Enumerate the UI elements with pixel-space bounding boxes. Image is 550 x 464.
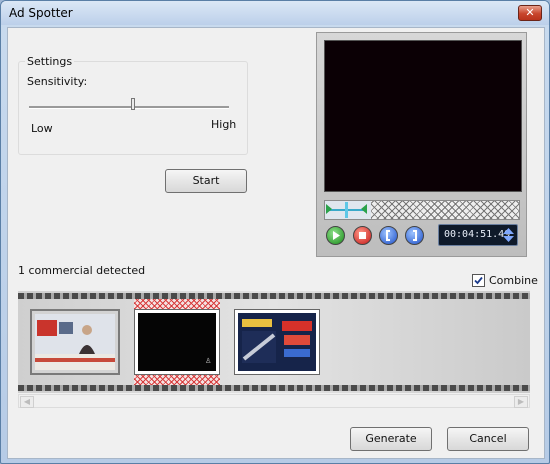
scroll-left-button[interactable]: ◀ — [20, 396, 34, 408]
mark-in-icon — [386, 230, 390, 241]
mark-out-icon — [413, 230, 417, 241]
news-anchor-image — [35, 314, 115, 370]
film-sprockets-top — [18, 293, 530, 299]
mark-in-button[interactable] — [379, 226, 398, 245]
timeline-unselected-area — [371, 201, 519, 219]
sensitivity-slider-thumb[interactable] — [131, 98, 135, 110]
svg-text:♙: ♙ — [205, 357, 211, 365]
combine-checkbox[interactable]: Combine — [472, 274, 538, 288]
commercial-marker-top — [134, 299, 220, 309]
commercial-marker-bottom — [134, 375, 220, 385]
checkmark-icon — [474, 276, 483, 285]
play-button[interactable] — [326, 226, 345, 245]
commercial-graphic-image — [238, 313, 316, 371]
black-frame-thumbnail: ♙ — [138, 313, 216, 371]
sensitivity-label: Sensitivity: — [27, 75, 88, 88]
thumbnail-frame-3[interactable] — [234, 309, 320, 375]
thumbnail-frame-2[interactable]: ♙ — [134, 309, 220, 375]
playhead[interactable] — [345, 202, 348, 218]
selection-end-handle[interactable] — [361, 204, 367, 214]
timecode-value: 00:04:51.49 — [444, 229, 511, 240]
commercial-count-label: 1 commercial detected — [18, 264, 146, 277]
title-bar: Ad Spotter ✕ — [1, 1, 549, 25]
black-frame-image: ♙ — [138, 313, 216, 371]
combine-checkbox-box[interactable] — [472, 274, 485, 287]
video-screen — [324, 40, 522, 192]
close-icon: ✕ — [525, 6, 535, 19]
thumbnail-filmstrip: ♙ — [18, 291, 530, 393]
close-button[interactable]: ✕ — [518, 5, 542, 21]
sensitivity-slider-track[interactable] — [29, 106, 229, 109]
window-title: Ad Spotter — [9, 6, 73, 20]
combine-label: Combine — [489, 274, 538, 287]
video-preview-player: 00:04:51.49 — [316, 32, 527, 257]
film-sprockets-bottom — [18, 385, 530, 391]
mark-out-button[interactable] — [405, 226, 424, 245]
start-button[interactable]: Start — [165, 169, 247, 193]
scroll-right-button[interactable]: ▶ — [514, 396, 528, 408]
filmstrip-scrollbar[interactable]: ◀ ▶ — [18, 394, 530, 408]
stop-icon — [359, 232, 366, 239]
settings-group: Settings Sensitivity: Low High — [18, 55, 248, 155]
ad-spotter-window: Ad Spotter ✕ Settings Sensitivity: Low H… — [0, 0, 550, 464]
selection-start-handle[interactable] — [326, 204, 332, 214]
cancel-button[interactable]: Cancel — [447, 427, 529, 451]
low-label: Low — [31, 122, 53, 135]
timeline-scrubber[interactable] — [324, 200, 520, 220]
high-label: High — [211, 118, 237, 131]
commercial-graphic-thumbnail — [238, 313, 316, 371]
scroll-right-icon: ▶ — [517, 397, 525, 406]
scroll-left-icon: ◀ — [23, 397, 31, 406]
timecode-display[interactable]: 00:04:51.49 — [438, 224, 518, 246]
spinner-icon[interactable] — [503, 228, 514, 242]
play-icon — [333, 231, 340, 240]
dialog-client-area: Settings Sensitivity: Low High Start 00:… — [7, 27, 545, 459]
news-anchor-thumbnail — [35, 314, 115, 370]
thumbnail-frame-1[interactable] — [30, 309, 120, 375]
settings-group-label: Settings — [25, 55, 75, 68]
stop-button[interactable] — [353, 226, 372, 245]
generate-button[interactable]: Generate — [350, 427, 432, 451]
